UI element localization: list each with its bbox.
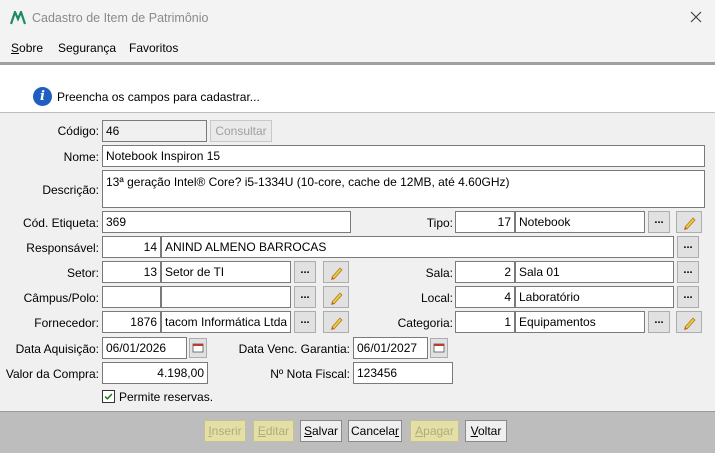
reservas-checkbox[interactable] [102, 390, 115, 403]
nome-label: Nome: [63, 150, 99, 164]
campus-label: Câmpus/Polo: [23, 291, 99, 305]
codigo-label: Código: [57, 124, 99, 138]
tipo-name-field[interactable]: Notebook [515, 211, 645, 233]
window-title: Cadastro de Item de Patrimônio [32, 11, 209, 25]
data-aquisicao-label: Data Aquisição: [15, 342, 99, 356]
apagar-rest: pagar [423, 424, 454, 438]
fornecedor-search-button[interactable]: ... [294, 311, 316, 333]
etiqueta-label: Cód. Etiqueta: [22, 216, 99, 230]
codigo-field[interactable]: 46 [102, 120, 207, 142]
setor-search-button[interactable]: ... [294, 261, 316, 283]
categoria-id-field[interactable]: 1 [455, 311, 515, 333]
fornecedor-edit-pencil-icon[interactable] [323, 311, 349, 333]
valor-field[interactable]: 4.198,00 [102, 362, 208, 384]
fornecedor-name-field[interactable]: tacom Informática Ltda [161, 311, 291, 333]
consultar-button[interactable]: Consultar [210, 120, 272, 142]
calendar-aquisicao-icon[interactable] [189, 338, 207, 358]
editar-rest: ditar [265, 424, 290, 438]
campus-edit-pencil-icon[interactable] [323, 286, 349, 308]
salvar-button[interactable]: Salvar [300, 420, 342, 442]
info-message: Preencha os campos para cadastrar... [57, 90, 260, 104]
info-icon: i [33, 87, 52, 106]
data-garantia-label: Data Venc. Garantia: [238, 342, 350, 356]
fornecedor-label: Fornecedor: [34, 316, 99, 330]
calendar-garantia-icon[interactable] [430, 338, 448, 358]
menu-favoritos[interactable]: Favoritos [129, 41, 178, 55]
inserir-rest: nserir [211, 424, 242, 438]
responsavel-search-button[interactable]: ... [677, 236, 699, 258]
inserir-button[interactable]: Inserir [204, 420, 246, 442]
nota-label: Nº Nota Fiscal: [270, 367, 350, 381]
voltar-button[interactable]: Voltar [465, 420, 507, 442]
local-id-field[interactable]: 4 [455, 286, 515, 308]
campus-search-button[interactable]: ... [294, 286, 316, 308]
responsavel-label: Responsável: [26, 241, 99, 255]
sala-label: Sala: [425, 266, 453, 280]
cancelar-button[interactable]: Cancelar [348, 420, 402, 442]
setor-id-field[interactable]: 13 [102, 261, 161, 283]
tipo-label: Tipo: [426, 216, 453, 230]
nome-field[interactable]: Notebook Inspiron 15 [102, 145, 705, 167]
data-garantia-field[interactable]: 06/01/2027 [353, 337, 428, 359]
valor-label: Valor da Compra: [5, 367, 99, 381]
categoria-label: Categoria: [397, 316, 453, 330]
data-aquisicao-field[interactable]: 06/01/2026 [102, 337, 187, 359]
app-logo-icon [10, 11, 26, 25]
info-bar [0, 65, 715, 113]
campus-id-field[interactable] [102, 286, 161, 308]
descricao-field[interactable]: 13ª geração Intel® Core? i5-1334U (10-co… [102, 170, 705, 208]
etiqueta-field[interactable]: 369 [102, 211, 351, 233]
reservas-label: Permite reservas. [119, 390, 214, 404]
tipo-edit-pencil-icon[interactable] [676, 211, 702, 233]
sala-id-field[interactable]: 2 [455, 261, 515, 283]
responsavel-name-field[interactable]: ANIND ALMENO BARROCAS [161, 236, 674, 258]
setor-name-field[interactable]: Setor de TI [161, 261, 291, 283]
campus-name-field[interactable] [161, 286, 291, 308]
sala-search-button[interactable]: ... [677, 261, 699, 283]
apagar-button[interactable]: Apagar [410, 420, 459, 442]
editar-button[interactable]: Editar [253, 420, 294, 442]
menu-sobre-rest: obre [19, 41, 44, 55]
menu-seguranca[interactable]: Segurança [58, 41, 116, 55]
salvar-rest: alvar [312, 424, 339, 438]
menu-sobre[interactable]: Sobre [11, 41, 43, 55]
local-search-button[interactable]: ... [677, 286, 699, 308]
descricao-label: Descrição: [42, 183, 99, 197]
setor-edit-pencil-icon[interactable] [323, 261, 349, 283]
local-label: Local: [420, 291, 453, 305]
responsavel-id-field[interactable]: 14 [102, 236, 161, 258]
tipo-id-field[interactable]: 17 [455, 211, 515, 233]
sala-name-field[interactable]: Sala 01 [515, 261, 674, 283]
close-icon[interactable] [688, 9, 704, 25]
cancelar-start: Cancela [350, 424, 396, 438]
voltar-rest: oltar [478, 424, 502, 438]
categoria-edit-pencil-icon[interactable] [676, 311, 702, 333]
tipo-search-button[interactable]: ... [648, 211, 670, 233]
local-name-field[interactable]: Laboratório [515, 286, 674, 308]
categoria-name-field[interactable]: Equipamentos [515, 311, 645, 333]
fornecedor-id-field[interactable]: 1876 [102, 311, 161, 333]
nota-field[interactable]: 123456 [353, 362, 453, 384]
setor-label: Setor: [66, 266, 99, 280]
categoria-search-button[interactable]: ... [648, 311, 670, 333]
